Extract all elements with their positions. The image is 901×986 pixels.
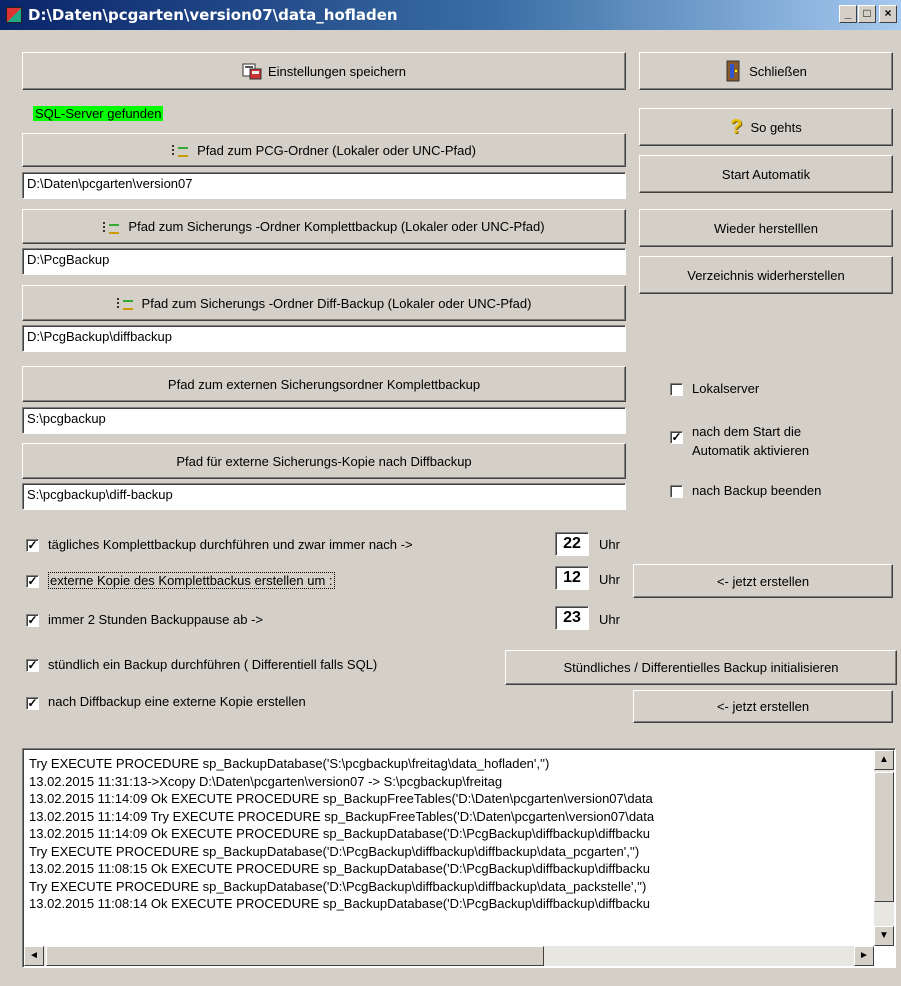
- log-line: Try EXECUTE PROCEDURE sp_BackupDatabase(…: [29, 878, 647, 894]
- log-line: 13.02.2015 11:08:15 Ok EXECUTE PROCEDURE…: [29, 861, 651, 876]
- pause-hour-input[interactable]: 23: [555, 606, 589, 630]
- sql-status-badge: SQL-Server gefunden: [33, 106, 164, 121]
- log-line: 13.02.2015 11:08:14 Ok EXECUTE PROCEDURE…: [29, 896, 651, 911]
- lokalserver-checkbox[interactable]: [670, 383, 683, 396]
- pcg-path-label: Pfad zum PCG-Ordner (Lokaler oder UNC-Pf…: [197, 142, 476, 158]
- log-lines: Try EXECUTE PROCEDURE sp_BackupDatabase(…: [29, 755, 869, 913]
- full-backup-path-label: Pfad zum Sicherungs -Ordner Komplettback…: [128, 219, 545, 234]
- folder-tree-icon: [103, 220, 120, 234]
- horizontal-scrollbar[interactable]: ◄ ►: [24, 946, 874, 966]
- window-title: D:\Daten\pcgarten\version07\data_hoflade…: [28, 6, 398, 24]
- daily-unit-label: Uhr: [599, 537, 620, 552]
- log-line: 13.02.2015 11:14:09 Ok EXECUTE PROCEDURE…: [29, 791, 653, 806]
- close-label: Schließen: [749, 63, 807, 79]
- lokalserver-label: Lokalserver: [692, 381, 760, 396]
- external-copy-label: externe Kopie des Komplettbackus erstell…: [48, 572, 335, 589]
- diff-backup-path-input[interactable]: D:\PcgBackup\diffbackup: [22, 325, 626, 352]
- scroll-down-button[interactable]: ▼: [874, 926, 894, 946]
- log-listbox[interactable]: Try EXECUTE PROCEDURE sp_BackupDatabase(…: [22, 748, 896, 968]
- log-line: Try EXECUTE PROCEDURE sp_BackupDatabase(…: [29, 843, 640, 859]
- external-unit-label: Uhr: [599, 572, 620, 587]
- restore-directory-button[interactable]: Verzeichnis widerherstellen: [639, 256, 893, 294]
- backup-pause-label: immer 2 Stunden Backuppause ab ->: [48, 612, 263, 627]
- vertical-scroll-thumb[interactable]: [874, 772, 894, 902]
- help-button[interactable]: ? So gehts: [639, 108, 893, 146]
- app-icon: [6, 7, 22, 23]
- scroll-left-button[interactable]: ◄: [24, 946, 44, 966]
- exit-door-icon: [726, 60, 740, 82]
- external-full-path-input[interactable]: S:\pcgbackup: [22, 407, 626, 434]
- save-settings-label: Einstellungen speichern: [267, 63, 407, 79]
- backup-pause-checkbox[interactable]: ✓: [26, 614, 39, 627]
- help-label: So gehts: [750, 119, 802, 135]
- daily-backup-label: tägliches Komplettbackup durchführen und…: [48, 537, 413, 552]
- daily-backup-checkbox[interactable]: ✓: [26, 539, 39, 552]
- close-window-button[interactable]: ×: [879, 5, 897, 23]
- save-settings-button[interactable]: Einstellungen speichern: [22, 52, 626, 90]
- folder-tree-icon: [116, 296, 134, 310]
- external-hour-input[interactable]: 12: [555, 566, 589, 590]
- external-diff-path-button[interactable]: Pfad für externe Sicherungs-Kopie nach D…: [22, 443, 626, 479]
- diff-backup-path-label: Pfad zum Sicherungs -Ordner Diff-Backup …: [141, 295, 532, 311]
- start-automatic-button[interactable]: Start Automatik: [639, 155, 893, 193]
- hourly-backup-checkbox[interactable]: ✓: [26, 659, 39, 672]
- pause-unit-label: Uhr: [599, 612, 620, 627]
- auto-start-label-line2: Automatik aktivieren: [692, 443, 810, 458]
- external-full-path-button[interactable]: Pfad zum externen Sicherungsordner Kompl…: [22, 366, 626, 402]
- close-button[interactable]: Schließen: [639, 52, 893, 90]
- maximize-button[interactable]: □: [858, 5, 876, 23]
- full-backup-path-button[interactable]: Pfad zum Sicherungs -Ordner Komplettback…: [22, 209, 626, 244]
- auto-start-checkbox[interactable]: ✓: [670, 431, 683, 444]
- restore-button[interactable]: Wieder herstelllen: [639, 209, 893, 247]
- external-copy-checkbox[interactable]: ✓: [26, 575, 39, 588]
- question-mark-icon: ?: [730, 115, 743, 138]
- pcg-path-button[interactable]: Pfad zum PCG-Ordner (Lokaler oder UNC-Pf…: [22, 133, 626, 167]
- log-line: 13.02.2015 11:14:09 Try EXECUTE PROCEDUR…: [29, 808, 655, 824]
- create-now-diff-button[interactable]: <- jetzt erstellen: [633, 690, 893, 723]
- scroll-right-button[interactable]: ►: [854, 946, 874, 966]
- diff-copy-label: nach Diffbackup eine externe Kopie erste…: [48, 694, 306, 709]
- hourly-init-button[interactable]: Stündliches / Differentielles Backup ini…: [505, 650, 897, 685]
- diff-backup-path-button[interactable]: Pfad zum Sicherungs -Ordner Diff-Backup …: [22, 285, 626, 321]
- horizontal-scroll-thumb[interactable]: [46, 946, 544, 966]
- log-line: 13.02.2015 11:14:09 Ok EXECUTE PROCEDURE…: [29, 826, 651, 841]
- external-diff-path-input[interactable]: S:\pcgbackup\diff-backup: [22, 483, 626, 510]
- hourly-backup-label: stündlich ein Backup durchführen ( Diffe…: [48, 657, 378, 672]
- log-line: Try EXECUTE PROCEDURE sp_BackupDatabase(…: [29, 756, 550, 771]
- auto-start-label-line1: nach dem Start die: [692, 424, 802, 439]
- diff-copy-checkbox[interactable]: ✓: [26, 697, 39, 710]
- save-settings-icon: [242, 63, 262, 80]
- quit-after-backup-checkbox[interactable]: [670, 485, 683, 498]
- full-backup-path-input[interactable]: D:\PcgBackup: [22, 248, 626, 275]
- app-window: D:\Daten\pcgarten\version07\data_hoflade…: [0, 0, 901, 986]
- title-bar: D:\Daten\pcgarten\version07\data_hoflade…: [0, 0, 901, 30]
- quit-after-backup-label: nach Backup beenden: [692, 483, 822, 498]
- minimize-button[interactable]: _: [839, 5, 857, 23]
- vertical-scrollbar[interactable]: ▲ ▼: [874, 750, 894, 946]
- pcg-path-input[interactable]: D:\Daten\pcgarten\version07: [22, 172, 626, 199]
- create-now-button[interactable]: <- jetzt erstellen: [633, 564, 893, 598]
- folder-tree-icon: [172, 143, 189, 157]
- scroll-up-button[interactable]: ▲: [874, 750, 894, 770]
- log-line: 13.02.2015 11:31:13->Xcopy D:\Daten\pcga…: [29, 773, 503, 789]
- daily-hour-input[interactable]: 22: [555, 532, 589, 556]
